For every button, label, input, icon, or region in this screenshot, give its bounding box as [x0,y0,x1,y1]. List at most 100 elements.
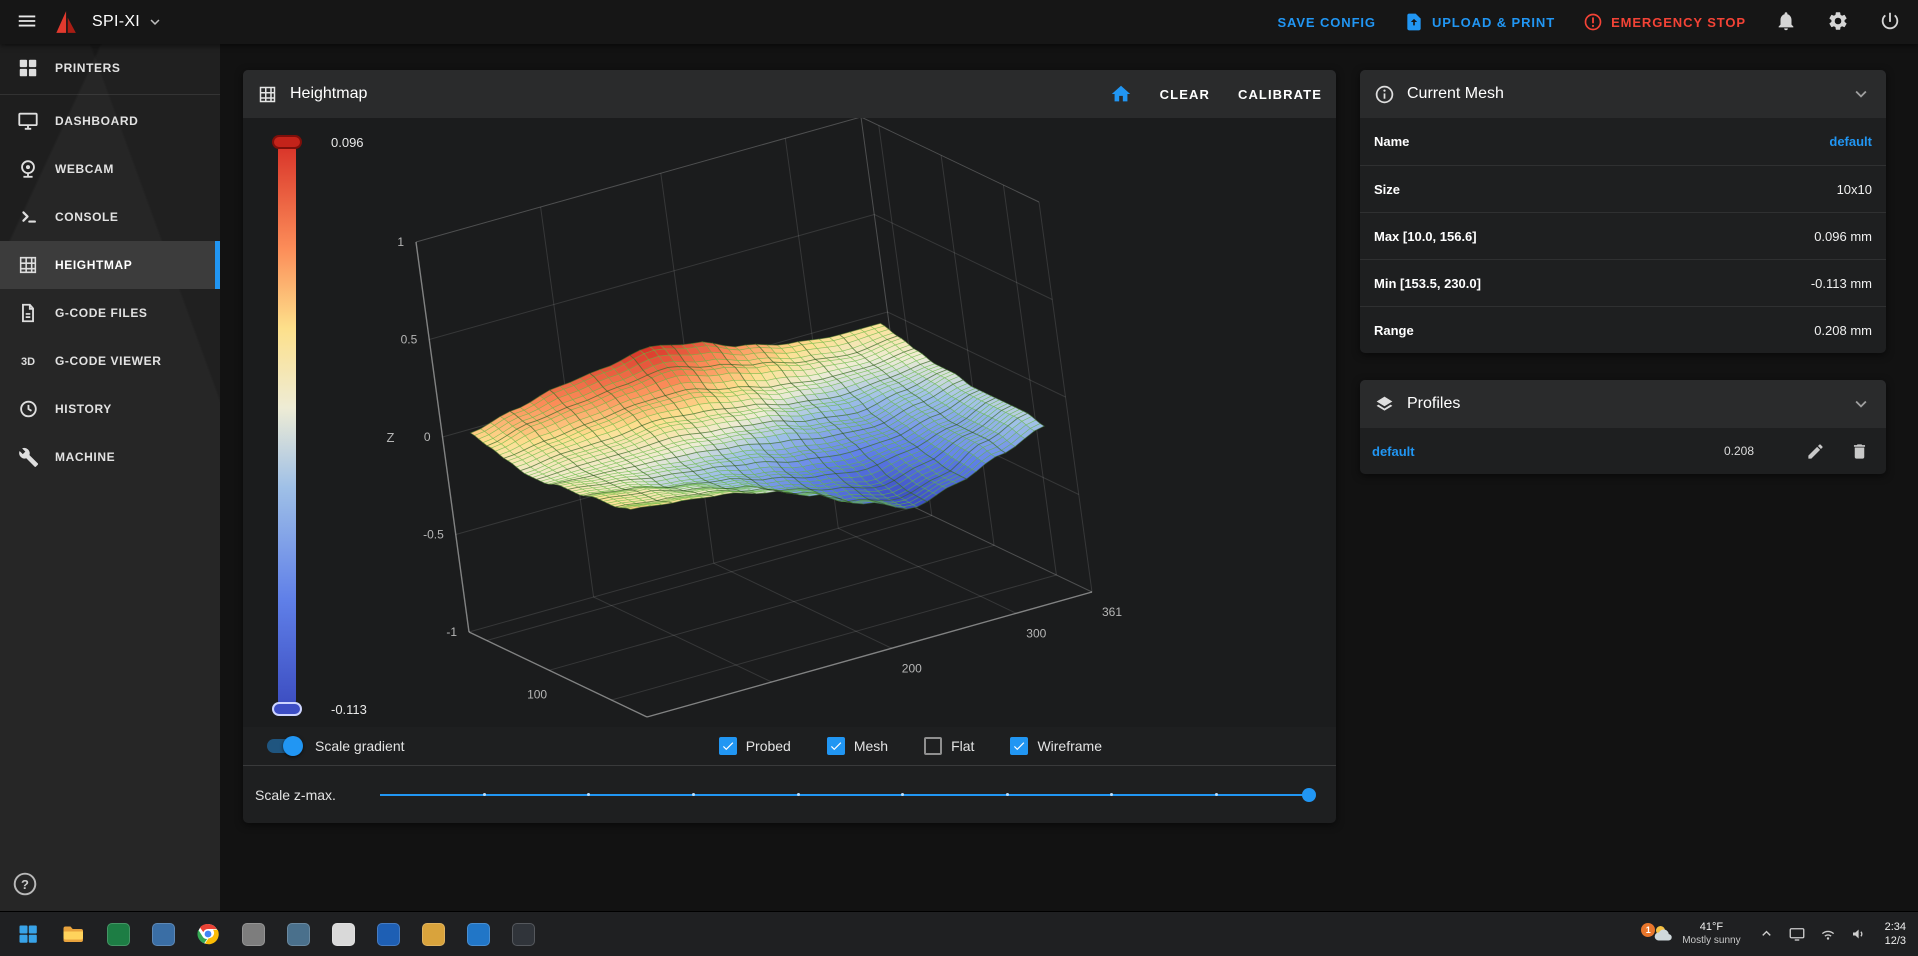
taskbar-app-app-light[interactable] [327,918,359,950]
sidebar: PRINTERS DASHBOARD WEBCAM CONSOLE HEIGHTMAP G… [0,44,220,911]
mesh-info-row: Namedefault [1360,118,1886,165]
home-position-button[interactable] [1110,83,1132,105]
sidebar-item-history[interactable]: HISTORY [0,385,220,433]
slider-tick [901,793,904,796]
printer-select[interactable]: SPI-XI [92,13,164,31]
sidebar-item-console[interactable]: CONSOLE [0,193,220,241]
checkbox-box[interactable] [924,737,942,755]
sidebar-item-heightmap[interactable]: HEIGHTMAP [0,241,220,289]
taskbar-app-file-explorer[interactable] [57,918,89,950]
help-icon: ? [12,871,38,897]
taskbar-app-app-blue[interactable] [372,918,404,950]
checkbox-probed[interactable]: Probed [719,737,791,755]
windows-logo-icon [16,922,40,946]
sidebar-item-dashboard[interactable]: DASHBOARD [0,97,220,145]
sidebar-item-label: G-CODE VIEWER [55,354,161,368]
sidebar-item-webcam[interactable]: WEBCAM [0,145,220,193]
weather-desc: Mostly sunny [1682,935,1740,948]
taskbar-app-app-azure[interactable] [462,918,494,950]
slider-track[interactable] [380,794,1314,796]
svg-text:100: 100 [527,687,547,701]
toggle-thumb[interactable] [283,736,303,756]
hidden-icons-button[interactable] [1757,925,1776,944]
profile-range-value: 0.208 [1724,444,1754,458]
mesh-row-value: -0.113 mm [1811,276,1872,291]
taskbar-app-app-gray[interactable] [237,918,269,950]
upload-file-icon [1404,12,1424,32]
svg-text:0.5: 0.5 [401,333,418,347]
checkbox-mesh[interactable]: Mesh [827,737,888,755]
notifications-button[interactable] [1774,10,1798,34]
checkbox-label: Wireframe [1037,738,1102,754]
upload-print-button[interactable]: UPLOAD & PRINT [1404,12,1555,32]
sidebar-item-label: WEBCAM [55,162,114,176]
clear-button[interactable]: CLEAR [1160,87,1210,102]
taskbar-app-start[interactable] [12,918,44,950]
volume-tray-button[interactable] [1850,925,1869,944]
heightmap-3d-plot[interactable]: 10.50-0.5-1Z100200300361 0.096 -0.113 [243,118,1336,727]
svg-text:-1: -1 [446,625,457,639]
settings-button[interactable] [1826,10,1850,34]
edit-profile-button[interactable] [1798,434,1832,468]
colorbar-min-handle[interactable] [272,702,302,716]
checkbox-flat[interactable]: Flat [924,737,974,755]
app-icon [332,923,355,946]
taskbar-app-app-dark[interactable] [507,918,539,950]
checkbox-wireframe[interactable]: Wireframe [1010,737,1102,755]
power-button[interactable] [1878,10,1902,34]
collapse-profiles-button[interactable] [1850,393,1872,415]
profile-name-link[interactable]: default [1372,444,1714,459]
network-tray-button[interactable] [1819,925,1838,944]
taskbar-app-app-slate[interactable] [147,918,179,950]
system-tray: 1 41°F Mostly sunny [1651,920,1906,949]
mesh-info-row: Range0.208 mm [1360,306,1886,353]
checkbox-box[interactable] [1010,737,1028,755]
taskbar-app-chrome[interactable] [192,918,224,950]
slider-tick [483,793,486,796]
svg-text:?: ? [21,877,29,892]
hamburger-menu-button[interactable] [16,10,38,35]
checkbox-label: Mesh [854,738,888,754]
checkbox-box[interactable] [827,737,845,755]
scale-gradient-toggle[interactable] [267,736,301,756]
scale-gradient-label: Scale gradient [315,738,405,754]
profile-row[interactable]: default 0.208 [1360,428,1886,474]
sidebar-item-machine[interactable]: MACHINE [0,433,220,481]
slider-tick [587,793,590,796]
weather-widget[interactable]: 1 41°F Mostly sunny [1651,921,1744,947]
colorbar-max-handle[interactable] [272,135,302,149]
emergency-stop-button[interactable]: EMERGENCY STOP [1583,12,1746,32]
mesh-info-row: Size10x10 [1360,165,1886,212]
taskbar-clock[interactable]: 2:34 12/3 [1885,920,1906,949]
collapse-current-mesh-button[interactable] [1850,83,1872,105]
mesh-row-value: 0.096 mm [1814,229,1872,244]
chevron-down-icon [1850,393,1872,415]
sidebar-item-gcode-files[interactable]: G-CODE FILES [0,289,220,337]
sidebar-item-label: HEIGHTMAP [55,258,132,272]
save-config-label: SAVE CONFIG [1277,15,1376,30]
taskbar-app-app-steel[interactable] [282,918,314,950]
svg-text:300: 300 [1026,626,1046,640]
sidebar-item-label: HISTORY [55,402,112,416]
display-tray-button[interactable] [1788,925,1807,944]
checkbox-box[interactable] [719,737,737,755]
delete-profile-button[interactable] [1842,434,1876,468]
surface-plot[interactable]: 10.50-0.5-1Z100200300361 [243,118,1336,727]
slider-tick [1110,793,1113,796]
plot-controls-row: Scale gradient Probed Mesh Flat Wireframe [243,727,1336,765]
svg-text:200: 200 [902,661,922,675]
profiles-rows: default 0.208 [1360,428,1886,474]
save-config-button[interactable]: SAVE CONFIG [1277,15,1376,30]
help-button[interactable]: ? [12,871,38,897]
mesh-row-value[interactable]: default [1829,134,1872,149]
calibrate-button[interactable]: CALIBRATE [1238,87,1322,102]
scale-z-slider[interactable] [380,779,1314,811]
app-icon [152,923,175,946]
sidebar-item-gcode-viewer[interactable]: 3DG-CODE VIEWER [0,337,220,385]
taskbar-app-app-green[interactable] [102,918,134,950]
sidebar-item-printers[interactable]: PRINTERS [0,44,220,92]
slider-thumb[interactable] [1302,788,1316,802]
printers-icon [17,57,39,79]
taskbar-app-app-amber[interactable] [417,918,449,950]
sidebar-item-label: MACHINE [55,450,115,464]
